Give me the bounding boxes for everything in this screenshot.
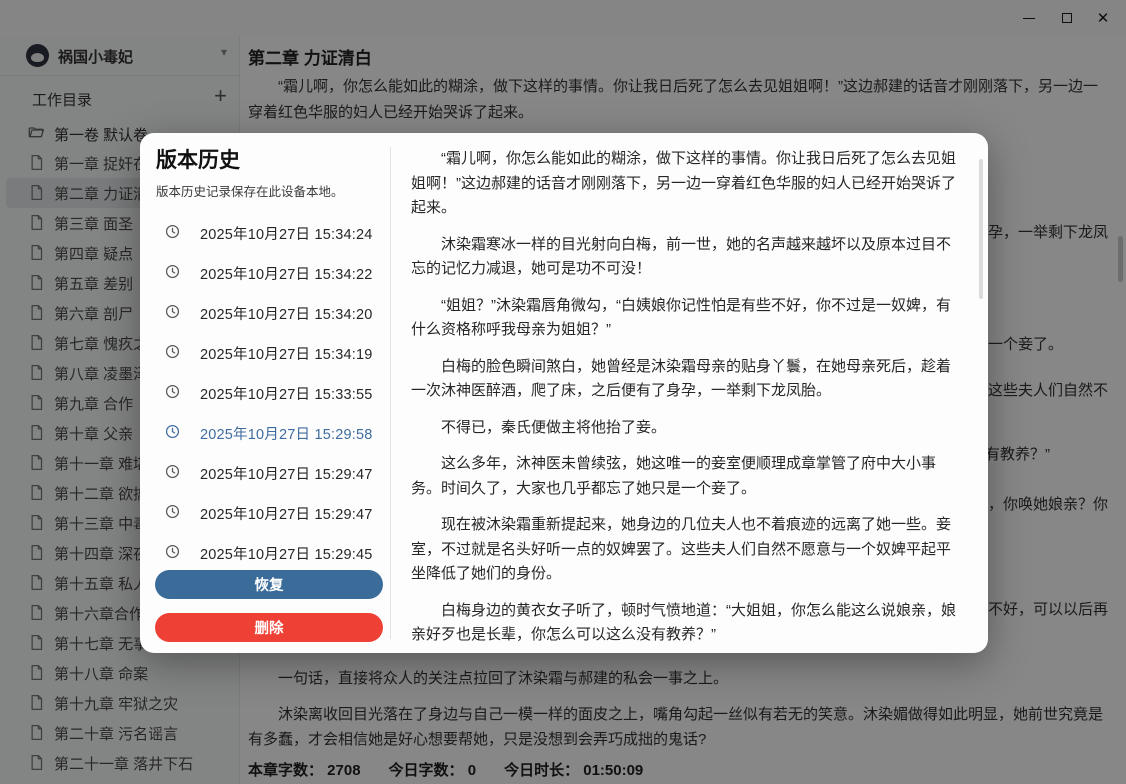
version-list: 2025年10月27日 15:34:24 2025年10月27日 15:34:2… xyxy=(140,212,390,572)
version-item[interactable]: 2025年10月27日 15:34:19 xyxy=(140,332,390,372)
preview-paragraph: 这么多年，沐神医未曾续弦，她这唯一的妾室便顺理成章掌管了府中大小事务。时间久了，… xyxy=(411,452,962,501)
version-timestamp: 2025年10月27日 15:34:19 xyxy=(200,343,372,364)
version-item[interactable]: 2025年10月27日 15:29:45 xyxy=(140,532,390,572)
clock-icon xyxy=(165,264,180,279)
app-window: ✕ 祸国小毒妃 ▾ 工作目录 + 第一卷 默认卷 第一章 xyxy=(0,0,1126,784)
version-timestamp: 2025年10月27日 15:34:22 xyxy=(200,263,372,284)
preview-paragraph: 白梅的脸色瞬间煞白，她曾经是沐染霜母亲的贴身丫鬟，在她母亲死后，趁着一次沐神医醉… xyxy=(411,355,962,404)
clock-icon xyxy=(165,304,180,319)
dialog-title: 版本历史 xyxy=(156,144,240,174)
preview-paragraph: 沐染霜寒冰一样的目光射向白梅，前一世，她的名声越来越坏以及原本过目不忘的记忆力减… xyxy=(411,233,962,282)
version-item[interactable]: 2025年10月27日 15:34:22 xyxy=(140,252,390,292)
version-item[interactable]: 2025年10月27日 15:34:24 xyxy=(140,212,390,252)
version-item[interactable]: 2025年10月27日 15:29:58 xyxy=(140,412,390,452)
version-timestamp: 2025年10月27日 15:34:20 xyxy=(200,303,372,324)
clock-icon xyxy=(165,344,180,359)
version-item[interactable]: 2025年10月27日 15:29:47 xyxy=(140,492,390,532)
version-history-panel: 版本历史 版本历史记录保存在此设备本地。 2025年10月27日 15:34:2… xyxy=(140,133,390,653)
clock-icon xyxy=(165,384,180,399)
clock-icon xyxy=(165,504,180,519)
version-timestamp: 2025年10月27日 15:29:45 xyxy=(200,543,372,564)
clock-icon xyxy=(165,424,180,439)
version-preview-pane: “霜儿啊，你怎么能如此的糊涂，做下这样的事情。你让我日后死了怎么去见姐姐啊！”这… xyxy=(391,133,988,653)
version-timestamp: 2025年10月27日 15:29:47 xyxy=(200,463,372,484)
version-item[interactable]: 2025年10月27日 15:33:55 xyxy=(140,372,390,412)
clock-icon xyxy=(165,464,180,479)
preview-paragraph: 不得已，秦氏便做主将他抬了妾。 xyxy=(411,416,962,441)
clock-icon xyxy=(165,544,180,559)
version-timestamp: 2025年10月27日 15:33:55 xyxy=(200,383,372,404)
preview-paragraph: 现在被沐染霜重新提起来，她身边的几位夫人也不着痕迹的远离了她一些。妾室，不过就是… xyxy=(411,513,962,587)
preview-paragraph: “霜儿啊，你怎么能如此的糊涂，做下这样的事情。你让我日后死了怎么去见姐姐啊！”这… xyxy=(411,147,962,221)
version-timestamp: 2025年10月27日 15:29:47 xyxy=(200,503,372,524)
version-item[interactable]: 2025年10月27日 15:29:47 xyxy=(140,452,390,492)
version-item[interactable]: 2025年10月27日 15:34:20 xyxy=(140,292,390,332)
dialog-subtitle: 版本历史记录保存在此设备本地。 xyxy=(156,181,344,200)
preview-paragraph: “姐姐？”沐染霜唇角微勾，“白姨娘你记性怕是有些不好，你不过是一奴婢，有什么资格… xyxy=(411,294,962,343)
version-timestamp: 2025年10月27日 15:29:58 xyxy=(200,423,372,444)
version-history-dialog: 版本历史 版本历史记录保存在此设备本地。 2025年10月27日 15:34:2… xyxy=(140,133,988,653)
restore-button[interactable]: 恢复 xyxy=(155,570,383,599)
preview-scrollbar[interactable] xyxy=(979,159,983,299)
preview-paragraph: 白梅身边的黄衣女子听了，顿时气愤地道：“大姐姐，你怎么能这么说娘亲，娘亲好歹也是… xyxy=(411,599,962,648)
version-timestamp: 2025年10月27日 15:34:24 xyxy=(200,223,372,244)
clock-icon xyxy=(165,224,180,239)
delete-button[interactable]: 删除 xyxy=(155,613,383,642)
